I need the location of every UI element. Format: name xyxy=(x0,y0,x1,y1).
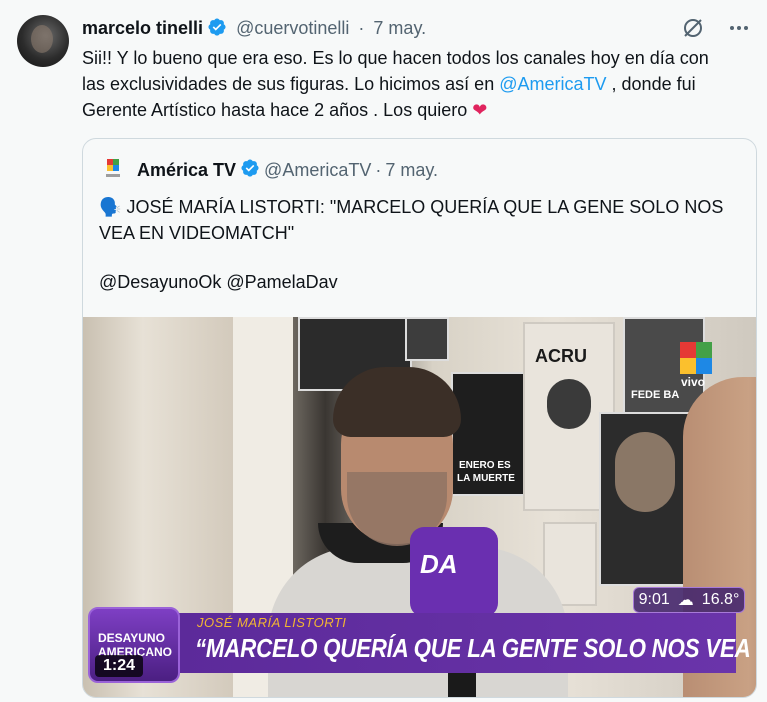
author-avatar[interactable] xyxy=(17,15,69,67)
quoted-author-name[interactable]: América TV xyxy=(137,160,236,181)
tweet-line-3: Gerente Artístico hasta hace 2 años . Lo… xyxy=(82,97,752,123)
mention-link[interactable]: @AmericaTV xyxy=(499,74,606,94)
program-name-line-1: DESAYUNO xyxy=(98,631,165,645)
video-player[interactable]: ENERO ES LA MUERTE ACRU FEDE BA DA vivo … xyxy=(83,317,756,697)
live-label: vivo xyxy=(681,375,706,389)
tweet-line-1: Sii!! Y lo bueno que era eso. Es lo que … xyxy=(82,48,709,68)
quoted-tweet-header: América TV @AmericaTV · 7 may. xyxy=(101,157,438,183)
tweet-text: Sii!! Y lo bueno que era eso. Es lo que … xyxy=(82,45,752,123)
tweet-header: marcelo tinelli @cuervotinelli · 7 may. xyxy=(82,17,426,42)
poster-fede-text: FEDE BA xyxy=(631,389,680,401)
quoted-date[interactable]: 7 may. xyxy=(385,160,438,181)
weather-icon: ☁ xyxy=(677,592,694,609)
chyron-quote: “MARCELO QUERÍA QUE LA GENTE SOLO NOS VE… xyxy=(195,633,756,663)
chyron-name: JOSÉ MARÍA LISTORTI xyxy=(197,615,347,630)
tweet-line-3-text: Gerente Artístico hasta hace 2 años . Lo… xyxy=(82,100,468,120)
microphone-logo: DA xyxy=(420,549,458,579)
quoted-verified-badge-icon xyxy=(240,158,260,183)
quoted-line-1: 🗣️ JOSÉ MARÍA LISTORTI: "MARCELO QUERÍA … xyxy=(99,194,739,220)
quoted-tweet[interactable]: América TV @AmericaTV · 7 may. 🗣️ JOSÉ M… xyxy=(82,138,757,698)
poster-face-figure xyxy=(615,432,675,512)
author-name[interactable]: marcelo tinelli xyxy=(82,18,203,38)
video-duration: 1:24 xyxy=(95,655,144,677)
quoted-mentions[interactable]: @DesayunoOk @PamelaDav xyxy=(99,272,338,293)
tweet-actions xyxy=(679,14,753,42)
interviewee-hair xyxy=(333,367,461,437)
microphone: DA xyxy=(410,527,498,617)
clock-weather-box: 9:01 ☁ 16.8° xyxy=(633,587,745,613)
temperature: 16.8° xyxy=(701,591,740,608)
header-separator: · xyxy=(358,18,365,38)
more-icon[interactable] xyxy=(725,14,753,42)
video-poster-face xyxy=(599,412,695,586)
poster-acru-text: ACRU xyxy=(535,346,587,366)
tweet-line-2-text: las exclusividades de sus figuras. Lo hi… xyxy=(82,74,495,94)
tweet: marcelo tinelli @cuervotinelli · 7 may. … xyxy=(0,0,767,702)
poster-acru-figure xyxy=(547,379,591,429)
quoted-author-handle[interactable]: @AmericaTV xyxy=(264,160,371,181)
quoted-line-1-text: JOSÉ MARÍA LISTORTI: "MARCELO QUERÍA QUE… xyxy=(126,197,724,217)
heart-emoji: ❤ xyxy=(472,100,488,120)
america-tv-logo xyxy=(101,157,127,183)
tweet-line-2: las exclusividades de sus figuras. Lo hi… xyxy=(82,71,752,97)
clock: 9:01 xyxy=(638,591,670,608)
channel-logo-icon xyxy=(679,341,713,375)
author-handle[interactable]: @cuervotinelli xyxy=(236,18,349,38)
quoted-tweet-text: 🗣️ JOSÉ MARÍA LISTORTI: "MARCELO QUERÍA … xyxy=(99,194,739,246)
tweet-date[interactable]: 7 may. xyxy=(373,18,426,38)
slash-circle-icon[interactable] xyxy=(679,14,707,42)
speaking-head-emoji: 🗣️ xyxy=(99,197,122,217)
verified-badge-icon xyxy=(207,17,227,42)
quoted-line-2: VEA EN VIDEOMATCH" xyxy=(99,223,295,243)
quoted-separator: · xyxy=(375,159,382,180)
tweet-line-2-end: , donde fui xyxy=(606,74,696,94)
